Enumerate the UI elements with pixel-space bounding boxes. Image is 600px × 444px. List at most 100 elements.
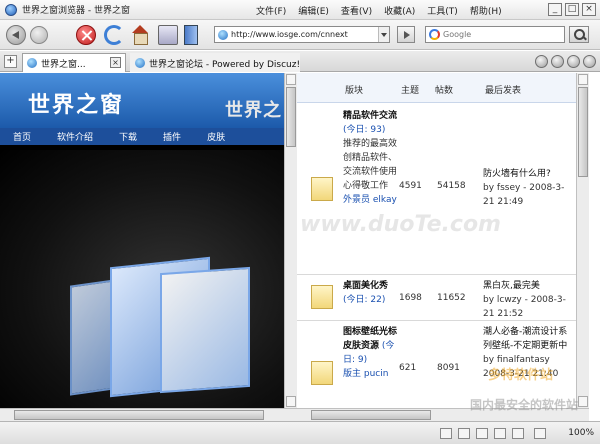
last-post-title-link[interactable]: 黑白灰,最完美	[483, 281, 540, 291]
status-image-icon[interactable]	[476, 428, 488, 439]
left-vertical-scrollbar[interactable]	[284, 73, 297, 408]
tab-next-icon[interactable]	[551, 55, 564, 68]
forward-icon[interactable]	[30, 26, 48, 44]
app-globe-icon	[5, 3, 17, 16]
new-tab-button[interactable]: +	[4, 55, 17, 68]
forum-moderators[interactable]: 版主 pucin	[343, 369, 388, 379]
forum-today-count: (今日: 22)	[343, 295, 386, 305]
scroll-down-icon[interactable]	[578, 396, 588, 407]
forum-topic-count: 621	[399, 363, 417, 373]
table-row: 桌面美化秀 (今日: 22) 1698 11652 黑白灰,最完美 by lcw…	[297, 275, 576, 321]
site-nav-download[interactable]: 下载	[106, 130, 150, 143]
refresh-icon[interactable]	[104, 25, 124, 45]
status-edit-icon[interactable]	[458, 428, 470, 439]
home-icon[interactable]	[130, 25, 150, 45]
scroll-thumb[interactable]	[14, 410, 264, 420]
menu-help[interactable]: 帮助(H)	[464, 4, 508, 17]
menu-tools[interactable]: 工具(T)	[421, 4, 464, 17]
stop-icon[interactable]	[76, 25, 96, 45]
scroll-thumb[interactable]	[286, 87, 296, 147]
left-horizontal-scrollbar[interactable]	[0, 408, 297, 421]
forum-moderators[interactable]: 外景员 elkay	[343, 195, 397, 205]
right-vertical-scrollbar[interactable]	[576, 73, 589, 408]
site-nav-plugins[interactable]: 插件	[150, 130, 194, 143]
search-button[interactable]	[569, 26, 589, 43]
site-nav: 首页 软件介绍 下载 插件 皮肤	[0, 128, 284, 145]
address-input[interactable]	[231, 30, 381, 39]
forum-description: 推荐的最高效创精品软件、交流软件使用心得敬工作	[343, 139, 398, 191]
back-icon[interactable]	[6, 25, 26, 45]
menu-view[interactable]: 查看(V)	[335, 4, 378, 17]
forum-name-link[interactable]: 桌面美化秀	[343, 281, 388, 291]
tab-label: 世界之窗论坛 - Powered by Discuz!	[149, 59, 300, 70]
forum-folder-icon	[311, 177, 333, 201]
column-forum: 版块	[345, 86, 364, 96]
left-page-view: 世界之窗 首页 软件介绍 下载 插件 皮肤	[0, 73, 284, 408]
window-title: 世界之窗浏览器 - 世界之窗	[22, 6, 130, 16]
menu-favorites[interactable]: 收藏(A)	[378, 4, 421, 17]
menu-file[interactable]: 文件(F)	[250, 4, 292, 17]
forum-info: 精品软件交流 (今日: 93) 推荐的最高效创精品软件、交流软件使用心得敬工作 …	[343, 109, 401, 207]
tab-forum[interactable]: 世界之窗论坛 - Powered by Discuz!	[130, 53, 300, 72]
tab-bar: + 世界之窗... × 世界之窗论坛 - Powered by Discuz!	[0, 51, 600, 72]
search-input[interactable]	[443, 30, 563, 39]
close-window-button[interactable]: ×	[582, 3, 596, 16]
window-controls: _ □ ×	[548, 3, 596, 16]
site-nav-home[interactable]: 首页	[0, 130, 44, 143]
column-topics: 主题	[401, 86, 420, 96]
maximize-button[interactable]: □	[565, 3, 579, 16]
forum-post-count: 11652	[437, 293, 466, 303]
last-post-title-link[interactable]: 防火墙有什么用?	[483, 169, 551, 179]
site-logo[interactable]: 世界之窗	[28, 87, 124, 119]
forum-folder-icon	[311, 285, 333, 309]
zoom-level[interactable]: 100%	[568, 428, 594, 438]
tab-list-icon[interactable]	[567, 55, 580, 68]
forum-post-count: 8091	[437, 363, 460, 373]
site-nav-skins[interactable]: 皮肤	[194, 130, 238, 143]
site-nav-intro[interactable]: 软件介绍	[44, 130, 106, 143]
tab-prev-icon[interactable]	[535, 55, 548, 68]
banner-screenshot	[160, 266, 250, 394]
scroll-thumb[interactable]	[578, 87, 588, 177]
status-security-icon[interactable]	[512, 428, 524, 439]
forum-last-post: 黑白灰,最完美 by lcwzy - 2008-3-21 21:52	[483, 279, 571, 321]
last-post-author[interactable]: by lcwzy - 2008-3-21 21:52	[483, 295, 566, 319]
forum-table-header: 版块 主题 帖数 最后发表	[297, 73, 576, 103]
tab-close-icon[interactable]: ×	[110, 57, 121, 68]
tab-navigation	[535, 55, 596, 68]
navigation-toolbar	[0, 20, 600, 50]
tab-favicon-icon	[135, 58, 145, 68]
right-forum-view: 版块 主题 帖数 最后发表 精品软件交流 (今日: 93) 推荐的最高效创精品软…	[297, 73, 576, 408]
forum-info: 桌面美化秀 (今日: 22)	[343, 279, 401, 307]
title-bar: 世界之窗浏览器 - 世界之窗 文件(F) 编辑(E) 查看(V) 收藏(A) 工…	[0, 0, 600, 20]
bookmark-icon[interactable]	[184, 25, 198, 45]
page-favicon-icon	[218, 29, 228, 40]
column-posts: 帖数	[435, 86, 454, 96]
site-banner	[0, 150, 284, 408]
tab-close-all-icon[interactable]	[583, 55, 596, 68]
print-icon[interactable]	[158, 25, 178, 45]
address-dropdown-icon[interactable]	[378, 27, 389, 42]
menu-edit[interactable]: 编辑(E)	[292, 4, 335, 17]
table-row: 精品软件交流 (今日: 93) 推荐的最高效创精品软件、交流软件使用心得敬工作 …	[297, 103, 576, 275]
scroll-thumb[interactable]	[311, 410, 431, 420]
zoom-icon[interactable]	[534, 428, 546, 439]
last-post-title-link[interactable]: 潮人必备-潮流设计系列壁纸-不定期更新中	[483, 327, 567, 351]
scroll-down-icon[interactable]	[286, 396, 296, 407]
status-page-icon[interactable]	[440, 428, 452, 439]
tab-label: 世界之窗...	[41, 59, 86, 70]
forum-info: 图标壁纸光标皮肤资源 (今日: 9) 版主 pucin	[343, 325, 401, 381]
search-box	[425, 26, 565, 43]
last-post-author[interactable]: by fssey - 2008-3-21 21:49	[483, 183, 564, 207]
status-sound-icon[interactable]	[494, 428, 506, 439]
column-last-post: 最后发表	[485, 86, 522, 96]
forum-topic-count: 4591	[399, 181, 422, 191]
forum-post-count: 54158	[437, 181, 466, 191]
go-button[interactable]	[397, 26, 415, 43]
scroll-up-icon[interactable]	[286, 74, 296, 85]
menu-bar: 文件(F) 编辑(E) 查看(V) 收藏(A) 工具(T) 帮助(H)	[250, 0, 508, 20]
google-icon[interactable]	[429, 29, 440, 40]
minimize-button[interactable]: _	[548, 3, 562, 16]
scroll-up-icon[interactable]	[578, 74, 588, 85]
forum-name-link[interactable]: 精品软件交流	[343, 111, 397, 121]
